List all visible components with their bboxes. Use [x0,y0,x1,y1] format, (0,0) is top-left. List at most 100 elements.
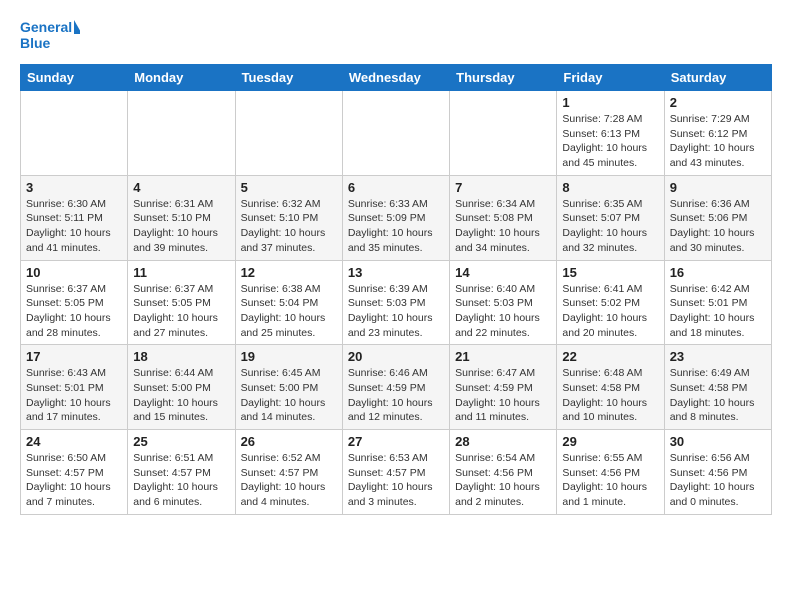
logo-svg: General Blue [20,16,80,56]
day-number: 30 [670,434,766,449]
day-info: Sunrise: 6:31 AM Sunset: 5:10 PM Dayligh… [133,197,229,256]
calendar-week-row: 17Sunrise: 6:43 AM Sunset: 5:01 PM Dayli… [21,345,772,430]
page-header: General Blue [20,16,772,56]
day-number: 3 [26,180,122,195]
day-number: 15 [562,265,658,280]
day-info: Sunrise: 6:34 AM Sunset: 5:08 PM Dayligh… [455,197,551,256]
calendar-day-cell: 18 Sunrise: 6:44 AM Sunset: 5:00 PM Dayli… [128,345,235,430]
day-number: 18 [133,349,229,364]
day-number: 8 [562,180,658,195]
day-info: Sunrise: 6:33 AM Sunset: 5:09 PM Dayligh… [348,197,444,256]
day-number: 24 [26,434,122,449]
calendar-week-row: 24 Sunrise: 6:50 AM Sunset: 4:57 PM Dayli… [21,430,772,515]
day-number: 12 [241,265,337,280]
calendar-day-cell: 8Sunrise: 6:35 AM Sunset: 5:07 PM Daylig… [557,175,664,260]
calendar-day-cell: 28 Sunrise: 6:54 AM Sunset: 4:56 PM Dayli… [450,430,557,515]
calendar-day-cell: 15 Sunrise: 6:41 AM Sunset: 5:02 PM Dayli… [557,260,664,345]
calendar-day-cell: 22Sunrise: 6:48 AM Sunset: 4:58 PM Dayli… [557,345,664,430]
calendar-empty-cell [128,91,235,176]
day-info: Sunrise: 6:38 AM Sunset: 5:04 PM Dayligh… [241,282,337,341]
weekday-header-wednesday: Wednesday [342,65,449,91]
calendar-day-cell: 30 Sunrise: 6:56 AM Sunset: 4:56 PM Dayli… [664,430,771,515]
day-info: Sunrise: 6:37 AM Sunset: 5:05 PM Dayligh… [133,282,229,341]
calendar-day-cell: 14Sunrise: 6:40 AM Sunset: 5:03 PM Dayli… [450,260,557,345]
calendar-day-cell: 2 Sunrise: 7:29 AM Sunset: 6:12 PM Daylig… [664,91,771,176]
day-number: 6 [348,180,444,195]
calendar-day-cell: 3 Sunrise: 6:30 AM Sunset: 5:11 PM Daylig… [21,175,128,260]
day-info: Sunrise: 6:44 AM Sunset: 5:00 PM Dayligh… [133,366,229,425]
calendar-day-cell: 23Sunrise: 6:49 AM Sunset: 4:58 PM Dayli… [664,345,771,430]
calendar-day-cell: 10 Sunrise: 6:37 AM Sunset: 5:05 PM Dayli… [21,260,128,345]
day-number: 19 [241,349,337,364]
calendar-day-cell: 4 Sunrise: 6:31 AM Sunset: 5:10 PM Daylig… [128,175,235,260]
calendar-day-cell: 20 Sunrise: 6:46 AM Sunset: 4:59 PM Dayli… [342,345,449,430]
day-info: Sunrise: 6:37 AM Sunset: 5:05 PM Dayligh… [26,282,122,341]
day-number: 23 [670,349,766,364]
weekday-header-friday: Friday [557,65,664,91]
weekday-header-saturday: Saturday [664,65,771,91]
day-info: Sunrise: 6:52 AM Sunset: 4:57 PM Dayligh… [241,451,337,510]
calendar-day-cell: 21 Sunrise: 6:47 AM Sunset: 4:59 PM Dayli… [450,345,557,430]
calendar-header-row: SundayMondayTuesdayWednesdayThursdayFrid… [21,65,772,91]
day-info: Sunrise: 6:48 AM Sunset: 4:58 PM Dayligh… [562,366,658,425]
calendar-day-cell: 11 Sunrise: 6:37 AM Sunset: 5:05 PM Dayli… [128,260,235,345]
calendar-day-cell: 16 Sunrise: 6:42 AM Sunset: 5:01 PM Dayli… [664,260,771,345]
weekday-header-thursday: Thursday [450,65,557,91]
weekday-header-tuesday: Tuesday [235,65,342,91]
weekday-header-sunday: Sunday [21,65,128,91]
calendar-day-cell: 29Sunrise: 6:55 AM Sunset: 4:56 PM Dayli… [557,430,664,515]
day-info: Sunrise: 6:53 AM Sunset: 4:57 PM Dayligh… [348,451,444,510]
day-number: 16 [670,265,766,280]
calendar-day-cell: 13Sunrise: 6:39 AM Sunset: 5:03 PM Dayli… [342,260,449,345]
day-number: 10 [26,265,122,280]
day-number: 27 [348,434,444,449]
day-number: 28 [455,434,551,449]
calendar-day-cell: 25 Sunrise: 6:51 AM Sunset: 4:57 PM Dayli… [128,430,235,515]
day-info: Sunrise: 6:32 AM Sunset: 5:10 PM Dayligh… [241,197,337,256]
day-info: Sunrise: 7:28 AM Sunset: 6:13 PM Dayligh… [562,112,658,171]
day-number: 9 [670,180,766,195]
svg-text:Blue: Blue [20,35,51,51]
calendar-empty-cell [235,91,342,176]
day-info: Sunrise: 6:46 AM Sunset: 4:59 PM Dayligh… [348,366,444,425]
calendar-week-row: 3 Sunrise: 6:30 AM Sunset: 5:11 PM Daylig… [21,175,772,260]
day-info: Sunrise: 6:41 AM Sunset: 5:02 PM Dayligh… [562,282,658,341]
calendar-day-cell: 27 Sunrise: 6:53 AM Sunset: 4:57 PM Dayli… [342,430,449,515]
day-number: 17 [26,349,122,364]
calendar-day-cell: 19 Sunrise: 6:45 AM Sunset: 5:00 PM Dayli… [235,345,342,430]
calendar-day-cell: 1 Sunrise: 7:28 AM Sunset: 6:13 PM Daylig… [557,91,664,176]
weekday-header-monday: Monday [128,65,235,91]
calendar-empty-cell [21,91,128,176]
day-info: Sunrise: 7:29 AM Sunset: 6:12 PM Dayligh… [670,112,766,171]
day-number: 4 [133,180,229,195]
calendar-body: 1 Sunrise: 7:28 AM Sunset: 6:13 PM Daylig… [21,91,772,515]
svg-text:General: General [20,19,72,35]
day-info: Sunrise: 6:40 AM Sunset: 5:03 PM Dayligh… [455,282,551,341]
day-number: 11 [133,265,229,280]
day-info: Sunrise: 6:47 AM Sunset: 4:59 PM Dayligh… [455,366,551,425]
calendar-week-row: 1 Sunrise: 7:28 AM Sunset: 6:13 PM Daylig… [21,91,772,176]
day-number: 21 [455,349,551,364]
day-number: 1 [562,95,658,110]
day-number: 13 [348,265,444,280]
day-info: Sunrise: 6:54 AM Sunset: 4:56 PM Dayligh… [455,451,551,510]
day-info: Sunrise: 6:51 AM Sunset: 4:57 PM Dayligh… [133,451,229,510]
calendar-day-cell: 7Sunrise: 6:34 AM Sunset: 5:08 PM Daylig… [450,175,557,260]
day-number: 29 [562,434,658,449]
calendar-table: SundayMondayTuesdayWednesdayThursdayFrid… [20,64,772,515]
day-info: Sunrise: 6:30 AM Sunset: 5:11 PM Dayligh… [26,197,122,256]
calendar-day-cell: 5 Sunrise: 6:32 AM Sunset: 5:10 PM Daylig… [235,175,342,260]
day-info: Sunrise: 6:42 AM Sunset: 5:01 PM Dayligh… [670,282,766,341]
day-number: 20 [348,349,444,364]
day-number: 5 [241,180,337,195]
day-info: Sunrise: 6:50 AM Sunset: 4:57 PM Dayligh… [26,451,122,510]
calendar-day-cell: 9Sunrise: 6:36 AM Sunset: 5:06 PM Daylig… [664,175,771,260]
calendar-empty-cell [342,91,449,176]
calendar-day-cell: 12 Sunrise: 6:38 AM Sunset: 5:04 PM Dayli… [235,260,342,345]
day-number: 2 [670,95,766,110]
day-number: 25 [133,434,229,449]
day-info: Sunrise: 6:45 AM Sunset: 5:00 PM Dayligh… [241,366,337,425]
day-number: 26 [241,434,337,449]
day-info: Sunrise: 6:56 AM Sunset: 4:56 PM Dayligh… [670,451,766,510]
calendar-week-row: 10 Sunrise: 6:37 AM Sunset: 5:05 PM Dayli… [21,260,772,345]
